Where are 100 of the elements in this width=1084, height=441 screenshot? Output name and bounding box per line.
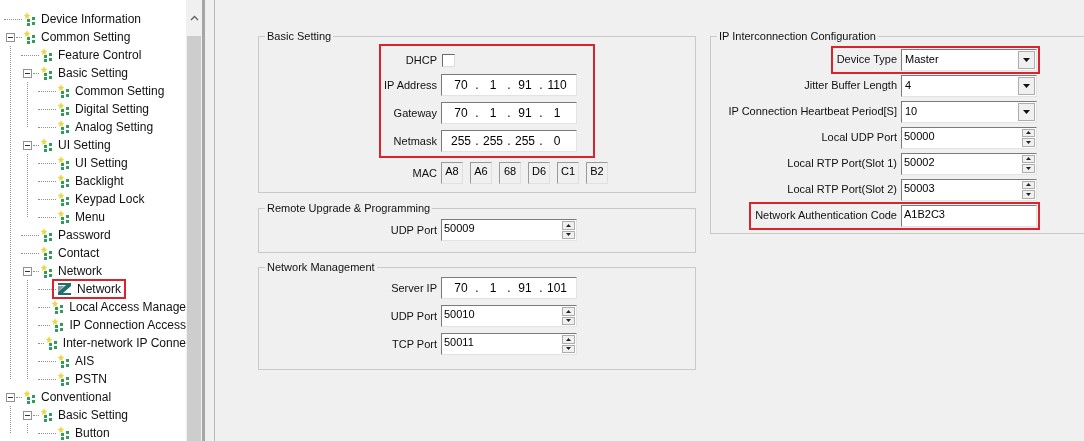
dropdown-button[interactable] — [1018, 102, 1035, 121]
tree-node-icon — [57, 156, 71, 170]
tree-node-icon — [40, 66, 54, 80]
group-title: Remote Upgrade & Programming — [266, 202, 432, 214]
tree-item[interactable]: Device Information — [41, 11, 142, 27]
field-label: UDP Port — [390, 308, 437, 324]
scroll-up-icon[interactable] — [189, 15, 199, 21]
mac-byte-field: C1 — [557, 162, 579, 184]
collapse-icon[interactable] — [23, 410, 32, 420]
collapse-icon[interactable] — [6, 392, 15, 402]
field-label: Local UDP Port — [821, 130, 898, 146]
tree-item[interactable]: Common Setting — [41, 29, 131, 45]
tree-item[interactable]: Analog Setting — [75, 119, 154, 135]
octet-separator: . — [506, 280, 512, 297]
field-label: Local RTP Port(Slot 2) — [787, 182, 898, 198]
tree-item[interactable]: Password — [58, 227, 111, 243]
tree-node-icon — [57, 210, 71, 224]
tree-node-icon — [57, 102, 71, 116]
octet-value: 255 — [482, 133, 504, 150]
tree-node-icon — [57, 120, 71, 134]
tree-item[interactable]: Keypad Lock — [75, 191, 145, 207]
tree-node-icon — [51, 318, 66, 332]
text-field[interactable]: A1B2C3 — [901, 204, 1037, 227]
mac-byte-field: D6 — [528, 162, 550, 184]
field-label: DHCP — [405, 52, 437, 68]
octet-value: 91 — [517, 105, 533, 122]
tree-item[interactable]: Local Access Manage — [69, 299, 186, 315]
ip-address-field[interactable]: 70 . 1 . 91 . 110 — [441, 74, 577, 96]
octet-value: 110 — [546, 77, 568, 94]
tree-item[interactable]: PSTN — [75, 371, 107, 387]
tree-item[interactable]: Contact — [58, 245, 100, 261]
tree-item[interactable]: IP Connection Access — [69, 317, 186, 333]
mac-byte-field: A8 — [441, 162, 463, 184]
group-title: Basic Setting — [266, 30, 333, 42]
tree-node-icon — [40, 408, 54, 422]
tree-item[interactable]: Network — [58, 263, 102, 279]
octet-value: 255 — [514, 133, 536, 150]
mac-byte-field: 68 — [499, 162, 521, 184]
field-label: Netmask — [393, 133, 437, 149]
collapse-icon[interactable] — [23, 68, 32, 78]
mac-byte-field: B2 — [586, 162, 608, 184]
octet-value: 101 — [546, 280, 568, 297]
tree-item[interactable]: Basic Setting — [58, 65, 129, 81]
scroll-thumb[interactable] — [187, 36, 201, 441]
ip-address-field[interactable]: 70 . 1 . 91 . 101 — [441, 277, 577, 299]
dropdown-button[interactable] — [1018, 76, 1035, 95]
octet-separator: . — [506, 105, 512, 122]
collapse-icon[interactable] — [23, 140, 32, 150]
tree-node-icon — [57, 426, 71, 440]
ip-address-field[interactable]: 70 . 1 . 91 . 1 — [441, 102, 577, 124]
field-label: TCP Port — [391, 336, 437, 352]
octet-value: 91 — [517, 77, 533, 94]
field-label: Jitter Buffer Length — [804, 78, 898, 94]
field-label: UDP Port — [390, 222, 437, 238]
tree-item[interactable]: Inter-network IP Conne — [62, 335, 186, 351]
tree-node-icon — [40, 138, 54, 152]
tree-item[interactable]: Menu — [75, 209, 106, 225]
tree-node-icon — [57, 174, 71, 188]
z-logo-icon — [57, 282, 73, 296]
tree-node-icon — [40, 246, 54, 260]
octet-value: 70 — [453, 280, 469, 297]
tree-node-icon — [40, 228, 54, 242]
field-label: IP Address — [384, 77, 437, 93]
tree-node-icon — [23, 30, 37, 44]
collapse-icon[interactable] — [6, 32, 15, 42]
tree-node-icon — [23, 390, 37, 404]
tree-item[interactable]: Conventional — [41, 389, 112, 405]
field-label: Server IP — [391, 280, 437, 296]
tree-item[interactable]: Feature Control — [58, 47, 142, 63]
tree-item[interactable]: UI Setting — [75, 155, 128, 171]
group-title: Network Management — [266, 261, 376, 273]
octet-value: 1 — [488, 105, 498, 122]
tree-item[interactable]: AIS — [75, 353, 95, 369]
tree-item[interactable]: Network — [77, 281, 121, 297]
tree-item[interactable]: Digital Setting — [75, 101, 150, 117]
octet-value: 1 — [552, 105, 562, 122]
caret-icon — [1023, 83, 1030, 88]
tree-item[interactable]: UI Setting — [58, 137, 111, 153]
octet-separator: . — [538, 77, 544, 94]
tree-item[interactable]: Button — [75, 425, 110, 441]
ip-address-field[interactable]: 255 . 255 . 255 . 0 — [441, 130, 577, 152]
tree-item[interactable]: Backlight — [75, 173, 124, 189]
octet-value: 255 — [450, 133, 472, 150]
octet-value: 91 — [517, 280, 533, 297]
octet-separator: . — [506, 77, 512, 94]
tree-node-icon — [40, 48, 54, 62]
collapse-icon[interactable] — [23, 266, 32, 276]
field-label: MAC — [412, 165, 437, 181]
octet-separator: . — [474, 133, 480, 150]
tree-node-icon — [51, 300, 66, 314]
tree-node-icon — [57, 192, 71, 206]
dropdown-button[interactable] — [1018, 50, 1035, 69]
octet-separator: . — [474, 105, 480, 122]
tree-item[interactable]: Common Setting — [75, 83, 165, 99]
octet-separator: . — [474, 77, 480, 94]
tree-item[interactable]: Basic Setting — [58, 407, 129, 423]
field-label: Local RTP Port(Slot 1) — [787, 156, 898, 172]
field-label: Device Type — [836, 52, 898, 68]
dhcp-checkbox[interactable] — [442, 53, 455, 67]
tree-node-icon — [57, 354, 71, 368]
